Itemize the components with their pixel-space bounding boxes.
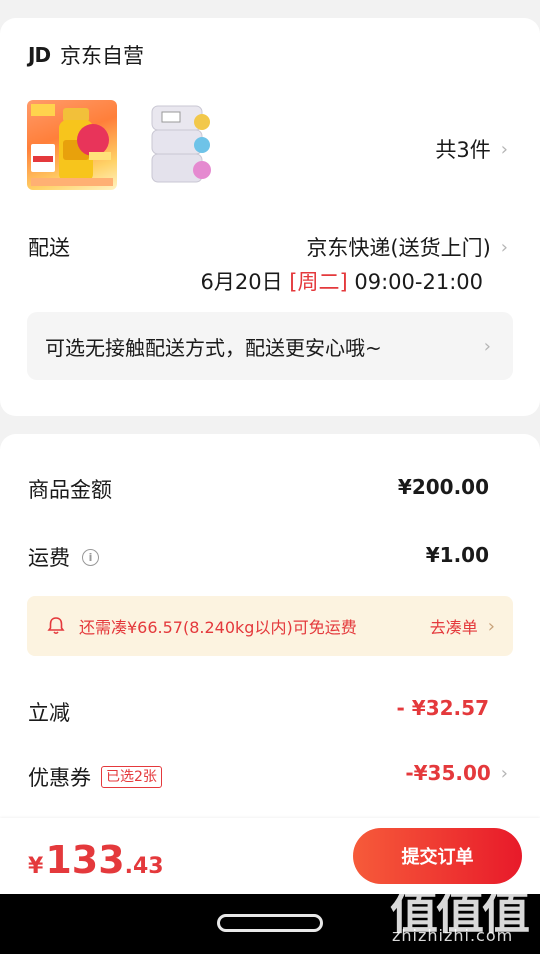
product-thumbnail-oil[interactable] bbox=[27, 100, 117, 190]
item-count: 共3件 bbox=[435, 138, 491, 162]
shipping-method: 京东快递(送货上门) bbox=[306, 236, 491, 260]
discount-value: - ¥32.57 bbox=[396, 696, 489, 720]
chevron-right-icon: › bbox=[500, 762, 508, 784]
freight-value: ¥1.00 bbox=[425, 543, 489, 567]
total-price: ¥ 133 .43 bbox=[28, 838, 164, 882]
shipping-weekday: [周二] bbox=[289, 270, 348, 294]
bell-icon bbox=[47, 617, 65, 635]
free-shipping-banner[interactable]: 还需凑¥66.57(8.240kg以内)可免运费 去凑单 › bbox=[27, 596, 513, 656]
item-count-link[interactable]: 共3件 › bbox=[435, 134, 508, 164]
free-shipping-text: 还需凑¥66.57(8.240kg以内)可免运费 bbox=[79, 618, 357, 637]
coupon-label: 优惠券 bbox=[28, 766, 91, 790]
total-decimal: .43 bbox=[124, 854, 164, 879]
product-thumbnail-milk-container[interactable] bbox=[138, 100, 228, 190]
watermark-url: zhizhizhi.com bbox=[392, 926, 514, 945]
shipping-label: 配送 bbox=[28, 236, 70, 260]
goods-amount-value: ¥200.00 bbox=[397, 475, 489, 499]
goods-amount-label: 商品金额 bbox=[28, 478, 112, 502]
home-gesture-handle[interactable] bbox=[217, 914, 323, 932]
total-integer: 133 bbox=[45, 838, 125, 882]
shipping-time: 6月20日 [周二] 09:00-21:00 bbox=[201, 266, 483, 296]
coupon-value-link[interactable]: -¥35.00 › bbox=[405, 761, 508, 785]
coupon-row[interactable]: 优惠券 已选2张 bbox=[28, 762, 162, 792]
freight-row: 运费 i bbox=[28, 542, 99, 572]
currency-symbol: ¥ bbox=[28, 854, 44, 879]
jd-logo: JD bbox=[28, 43, 51, 67]
oil-product-icon bbox=[31, 104, 113, 186]
shipping-date: 6月20日 bbox=[200, 270, 283, 294]
store-header: JD 京东自营 bbox=[28, 40, 144, 70]
chevron-right-icon: › bbox=[483, 335, 491, 357]
contactless-delivery-option[interactable]: 可选无接触配送方式，配送更安心哦~ › bbox=[27, 312, 513, 380]
freight-label: 运费 bbox=[28, 546, 70, 570]
add-items-link[interactable]: 去凑单 bbox=[430, 614, 478, 638]
chevron-right-icon: › bbox=[487, 615, 495, 637]
milk-container-icon bbox=[151, 105, 211, 183]
shipping-method-link[interactable]: 京东快递(送货上门) › bbox=[306, 232, 508, 262]
info-icon[interactable]: i bbox=[82, 548, 99, 566]
contactless-notice: 可选无接触配送方式，配送更安心哦~ bbox=[45, 335, 382, 360]
chevron-right-icon: › bbox=[500, 138, 508, 160]
discount-label: 立减 bbox=[28, 701, 70, 725]
coupon-selected-badge: 已选2张 bbox=[101, 766, 162, 788]
coupon-value: -¥35.00 bbox=[405, 761, 491, 785]
shipping-hours: 09:00-21:00 bbox=[354, 270, 483, 294]
chevron-right-icon: › bbox=[500, 236, 508, 258]
store-name: 京东自营 bbox=[60, 44, 145, 68]
